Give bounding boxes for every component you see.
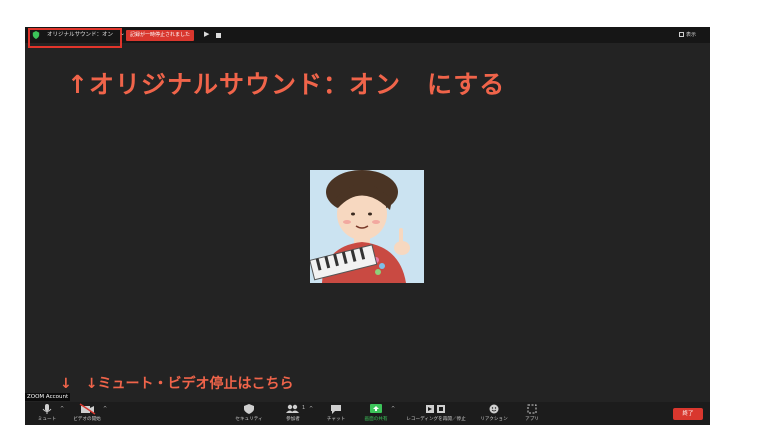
annotation-original-sound: ↑オリジナルサウンド：オン にする (67, 70, 506, 99)
video-off-icon (79, 403, 96, 415)
reactions-button[interactable]: リアクション (477, 403, 511, 422)
share-screen-button[interactable]: 画面の共有 (361, 403, 391, 422)
reactions-label: リアクション (480, 417, 508, 422)
chevron-up-icon[interactable]: ^ (391, 406, 395, 412)
recording-label: レコーディングを再開／停止 (406, 417, 466, 422)
zoom-account-label: ZOOM Account (25, 393, 71, 401)
chat-icon (331, 405, 341, 414)
play-icon[interactable]: ▶ (204, 30, 209, 38)
shield-icon[interactable] (32, 31, 40, 39)
chevron-up-icon[interactable]: ^ (60, 406, 64, 412)
security-button[interactable]: セキュリティ (231, 403, 267, 422)
end-meeting-button[interactable]: 終了 (673, 408, 703, 420)
apps-button[interactable]: アプリ (519, 403, 545, 422)
chevron-down-icon[interactable]: ⌄ (120, 30, 125, 37)
recording-paused-badge: 記録が一時停止されました (126, 30, 195, 41)
smiley-icon (489, 404, 499, 414)
security-label: セキュリティ (235, 417, 263, 422)
mute-button[interactable]: ミュート (35, 403, 59, 422)
chat-label: チャット (326, 417, 346, 422)
view-button[interactable]: 表示 (679, 31, 696, 38)
participant-avatar (310, 170, 424, 283)
participants-count: 1 (302, 405, 306, 411)
apps-label: アプリ (525, 417, 539, 422)
original-sound-toggle[interactable]: オリジナルサウンド：オン (47, 30, 113, 38)
mute-label: ミュート (37, 417, 57, 422)
chevron-up-icon[interactable]: ^ (309, 406, 313, 412)
grid-icon (679, 32, 684, 37)
pause-stop-icon (426, 405, 445, 413)
apps-icon (527, 404, 537, 414)
participants-label: 参加者 (286, 417, 300, 422)
view-label: 表示 (686, 32, 697, 38)
shield-icon (244, 404, 254, 414)
annotation-mute-video: ↓ ↓ミュート・ビデオ停止はこちら (60, 376, 294, 392)
zoom-meeting-window: オリジナルサウンド：オン ⌄ 記録が一時停止されました ▶ 表示 ↑オリジナルサ… (25, 27, 710, 425)
chat-button[interactable]: チャット (321, 403, 351, 422)
meeting-toolbar: ミュート ^ ビデオの開始 ^ セキュリティ 参加者 1 ^ チャット 画面の共… (25, 402, 710, 425)
share-screen-icon (370, 404, 382, 413)
share-screen-label: 画面の共有 (364, 417, 388, 422)
start-video-label: ビデオの開始 (73, 417, 101, 422)
start-video-button[interactable]: ビデオの開始 (71, 403, 103, 422)
stop-icon[interactable] (216, 33, 221, 38)
recording-button[interactable]: レコーディングを再開／停止 (401, 403, 471, 422)
meeting-top-bar: オリジナルサウンド：オン ⌄ 記録が一時停止されました ▶ 表示 (25, 27, 710, 48)
chevron-up-icon[interactable]: ^ (103, 406, 107, 412)
microphone-icon (42, 404, 52, 414)
